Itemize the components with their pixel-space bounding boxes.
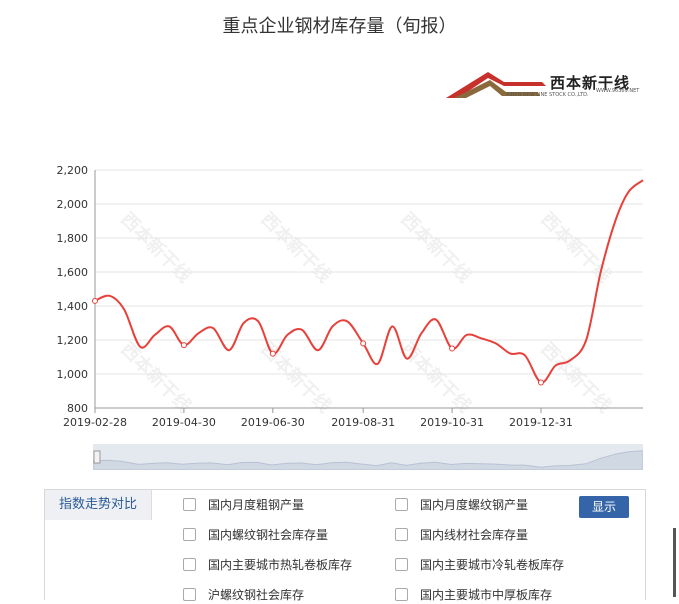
option-rebar-output[interactable]: 国内月度螺纹钢产量 [395,496,528,514]
option-cold-rolled[interactable]: 国内主要城市冷轧卷板库存 [395,556,564,574]
checkbox-icon[interactable] [183,588,196,601]
data-point [181,343,186,348]
watermark: 西本新干线 [396,338,475,417]
watermark: 西本新干线 [116,338,195,417]
x-tick-label: 2019-06-30 [241,416,305,429]
page-title: 重点企业钢材库存量（旬报） [0,12,679,38]
data-point [270,351,275,356]
data-point [361,341,366,346]
data-point [538,380,543,385]
y-tick-label: 1,800 [57,232,89,245]
x-tick-label: 2019-08-31 [331,416,395,429]
checkbox-icon[interactable] [183,498,196,511]
y-tick-label: 2,200 [57,164,89,177]
range-navigator[interactable] [93,444,643,470]
y-tick-label: 1,600 [57,266,89,279]
watermark: 西本新干线 [536,208,615,287]
checkbox-icon[interactable] [395,558,408,571]
watermark: 西本新干线 [116,208,195,287]
logo-subtitle: XIBEN NEW LINE STOCK CO.,LTD. [506,92,589,98]
x-tick-label: 2019-12-31 [509,416,573,429]
brand-logo: 西本新干线 XIBEN NEW LINE STOCK CO.,LTD. WWW.… [446,70,646,104]
checkbox-icon[interactable] [395,528,408,541]
x-tick-label: 2019-02-28 [63,416,127,429]
y-tick-label: 800 [67,402,88,415]
x-tick-label: 2019-10-31 [420,416,484,429]
scrollbar[interactable] [673,528,676,597]
line-chart: 西本新干线西本新干线西本新干线西本新干线西本新干线西本新干线西本新干线西本新干线… [0,150,679,440]
x-tick-label: 2019-04-30 [152,416,216,429]
checkbox-icon[interactable] [395,588,408,601]
watermark: 西本新干线 [256,338,335,417]
option-sh-rebar[interactable]: 沪螺纹钢社会库存 [183,586,304,604]
navigator-handle-left[interactable] [94,451,100,463]
watermark: 西本新干线 [396,208,475,287]
option-plate[interactable]: 国内主要城市中厚板库存 [395,586,552,604]
show-button[interactable]: 显示 [579,496,629,518]
watermark: 西本新干线 [256,208,335,287]
y-tick-label: 1,000 [57,368,89,381]
data-point [450,346,455,351]
data-point [93,298,98,303]
option-hot-rolled[interactable]: 国内主要城市热轧卷板库存 [183,556,352,574]
index-compare-panel: 指数走势对比 国内月度粗钢产量 国内月度螺纹钢产量 国内螺纹钢社会库存量 国内线… [44,489,646,600]
checkbox-icon[interactable] [183,528,196,541]
y-tick-label: 2,000 [57,198,89,211]
tab-index-compare[interactable]: 指数走势对比 [45,490,152,520]
logo-site: WWW.96369.NET [596,88,639,94]
y-tick-label: 1,200 [57,334,89,347]
option-rebar-stock[interactable]: 国内螺纹钢社会库存量 [183,526,328,544]
option-wire-stock[interactable]: 国内线材社会库存量 [395,526,528,544]
checkbox-icon[interactable] [183,558,196,571]
option-crude-steel[interactable]: 国内月度粗钢产量 [183,496,304,514]
checkbox-icon[interactable] [395,498,408,511]
y-tick-label: 1,400 [57,300,89,313]
